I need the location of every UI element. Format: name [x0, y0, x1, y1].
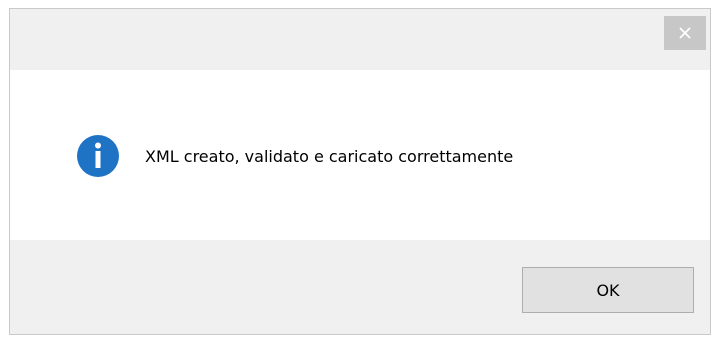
info-icon: [77, 135, 119, 177]
button-bar: OK: [10, 240, 710, 334]
ok-button[interactable]: OK: [522, 267, 694, 313]
title-bar: [10, 9, 710, 70]
message-text: XML creato, validato e caricato corretta…: [145, 147, 514, 166]
message-dialog: XML creato, validato e caricato corretta…: [9, 8, 711, 335]
close-button[interactable]: [664, 16, 706, 50]
message-area: XML creato, validato e caricato corretta…: [10, 70, 710, 240]
close-icon: [679, 27, 691, 39]
